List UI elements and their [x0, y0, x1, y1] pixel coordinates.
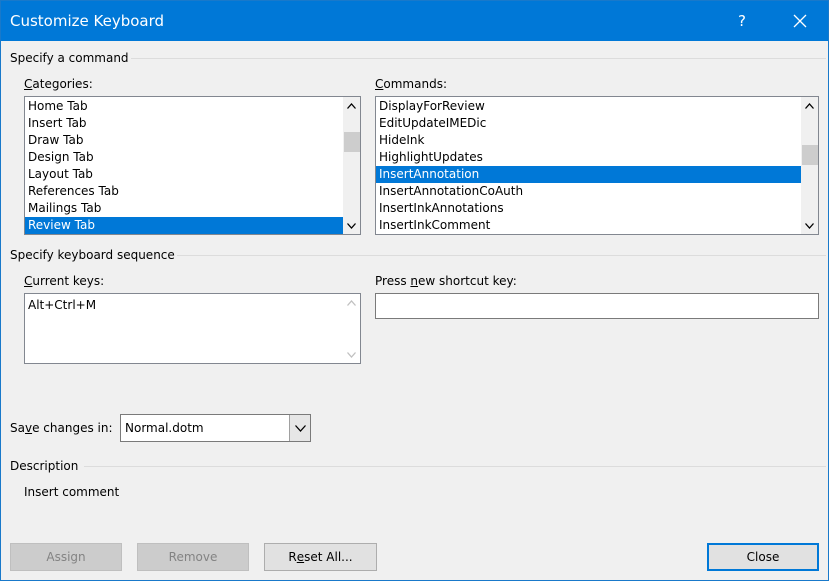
chevron-down-icon [294, 424, 306, 432]
scroll-down-button [343, 346, 360, 363]
section-divider [177, 255, 826, 256]
chevron-down-icon [347, 351, 356, 358]
keyboard-sequence-heading: Specify keyboard sequence [10, 248, 175, 262]
chevron-up-icon [347, 102, 356, 109]
command-list-item[interactable]: EditUpdateIMEDic [376, 115, 801, 132]
close-button[interactable]: Close [707, 543, 819, 571]
command-list-item[interactable]: DisplayForReview [376, 98, 801, 115]
save-changes-label: Save changes in: [10, 421, 113, 435]
close-window-button[interactable] [775, 1, 825, 41]
remove-button[interactable]: Remove [137, 543, 249, 571]
assign-button[interactable]: Assign [10, 543, 122, 571]
scroll-thumb[interactable] [344, 132, 360, 152]
command-list-item[interactable]: HighlightUpdates [376, 149, 801, 166]
specify-command-heading: Specify a command [10, 51, 129, 65]
category-list-item[interactable]: Insert Tab [25, 115, 343, 132]
command-list-item[interactable]: InsertInkAnnotations [376, 200, 801, 217]
new-shortcut-input[interactable] [375, 293, 819, 319]
save-changes-value: Normal.dotm [125, 421, 204, 435]
category-list-item[interactable]: References Tab [25, 183, 343, 200]
categories-label: Categories: [24, 77, 93, 91]
scroll-thumb[interactable] [802, 145, 818, 165]
help-button[interactable]: ? [721, 1, 763, 41]
dialog-title: Customize Keyboard [10, 12, 165, 30]
category-list-item[interactable]: Layout Tab [25, 166, 343, 183]
scroll-up-button [343, 294, 360, 311]
press-new-shortcut-label: Press new shortcut key: [375, 274, 517, 288]
chevron-up-icon [805, 102, 814, 109]
categories-scrollbar[interactable] [343, 97, 360, 234]
current-keys-listbox[interactable]: Alt+Ctrl+M [24, 293, 361, 364]
category-list-item[interactable]: Draw Tab [25, 132, 343, 149]
dropdown-button[interactable] [289, 415, 310, 441]
title-bar: Customize Keyboard ? [1, 1, 828, 41]
category-list-item[interactable]: Design Tab [25, 149, 343, 166]
chevron-down-icon [347, 222, 356, 229]
command-list-item[interactable]: InsertAnnotation [376, 166, 801, 183]
scroll-up-button[interactable] [343, 97, 360, 114]
scroll-down-button[interactable] [343, 217, 360, 234]
close-icon [793, 14, 807, 28]
chevron-down-icon [805, 222, 814, 229]
categories-listbox[interactable]: Home Tab Insert Tab Draw Tab Design Tab Layo… [24, 96, 361, 235]
commands-scrollbar[interactable] [801, 97, 818, 234]
description-heading: Description [10, 459, 79, 473]
current-keys-label: Current keys: [24, 274, 105, 288]
category-list-item[interactable]: Mailings Tab [25, 200, 343, 217]
customize-keyboard-dialog: Customize Keyboard ? Specify a command C… [0, 0, 829, 581]
description-text: Insert comment [24, 485, 120, 499]
commands-label: Commands: [375, 77, 447, 91]
chevron-up-icon [347, 299, 356, 306]
save-changes-select[interactable]: Normal.dotm [120, 414, 311, 442]
category-list-item[interactable]: Home Tab [25, 98, 343, 115]
current-keys-scrollbar [343, 294, 360, 363]
category-list-item[interactable]: Review Tab [25, 217, 343, 234]
help-icon: ? [738, 12, 746, 30]
section-divider [131, 58, 826, 59]
scroll-up-button[interactable] [801, 97, 818, 114]
commands-listbox[interactable]: DisplayForReview EditUpdateIMEDic HideInk H… [375, 96, 819, 235]
section-divider [84, 466, 826, 467]
command-list-item[interactable]: HideInk [376, 132, 801, 149]
reset-all-button[interactable]: Re set All... [264, 543, 377, 571]
scroll-down-button[interactable] [801, 217, 818, 234]
command-list-item[interactable]: InsertAnnotationCoAuth [376, 183, 801, 200]
command-list-item[interactable]: InsertInkComment [376, 217, 801, 234]
list-item[interactable]: Alt+Ctrl+M [25, 295, 343, 312]
